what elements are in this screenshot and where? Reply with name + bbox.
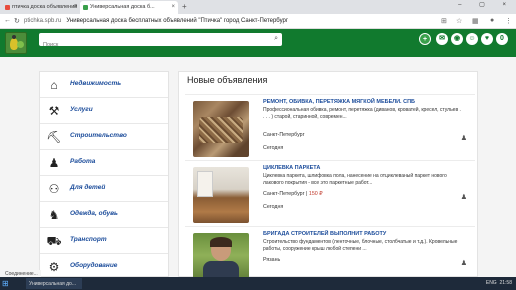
address-bar: ← ↻ ptichka.spb.ru Универсальная доска б…: [0, 14, 516, 29]
url-domain: ptichka.spb.ru: [24, 18, 62, 24]
person-icon[interactable]: ☺: [466, 33, 478, 45]
tab-close-icon[interactable]: ×: [171, 4, 175, 10]
user-icon[interactable]: ♟: [461, 259, 467, 267]
listing-description: Циклевка паркета, шлифовка пола, нанесен…: [263, 173, 447, 186]
sidebar-category-label[interactable]: Услуги: [70, 106, 93, 113]
language-indicator[interactable]: ENG: [486, 280, 497, 286]
stroller-icon: ⚇: [48, 182, 60, 196]
builder-icon: ⛏: [46, 130, 62, 144]
add-listing-button[interactable]: +: [419, 33, 431, 45]
message-icon[interactable]: ✉: [436, 33, 448, 45]
category-sidebar: ⌂ Недвижимость ⚒ Услуги ⛏ Строительство ♟ Работ…: [39, 71, 169, 280]
equipment-icon: ⚙: [48, 260, 60, 274]
page-content: ⌂ Недвижимость ⚒ Услуги ⛏ Строительство ♟ Работ…: [0, 57, 516, 280]
search-icon[interactable]: ⌕: [274, 35, 278, 43]
new-tab-button[interactable]: +: [182, 2, 187, 11]
site-logo[interactable]: [5, 32, 27, 54]
sidebar-category[interactable]: ⚇ Для детей: [40, 176, 168, 202]
heart-icon[interactable]: ♥: [481, 33, 493, 45]
search-box: ⌕: [39, 33, 282, 52]
sidebar-category[interactable]: ⛏ Строительство: [40, 124, 168, 150]
count-badge[interactable]: 0: [496, 33, 508, 45]
listing-thumbnail[interactable]: [193, 167, 249, 223]
section-title: Новые объявления: [187, 75, 268, 85]
clothing-icon: ♞: [48, 208, 60, 222]
office-icon: ♟: [48, 156, 60, 170]
listings-panel: Новые объявления РЕМОНТ, ОБИВКА, ПЕРЕТЯЖ…: [178, 71, 478, 278]
listing-card[interactable]: ЦИКЛЕВКА ПАРКЕТА Циклевка паркета, шлифо…: [185, 160, 475, 226]
window-controls[interactable]: – ▢ ×: [458, 1, 514, 8]
translate-icon[interactable]: ⊞: [441, 17, 447, 25]
listing-card[interactable]: БРИГАДА СТРОИТЕЛЕЙ ВЫПОЛНИТ РАБОТУ Строи…: [185, 226, 475, 278]
os-taskbar: ⊞ Универсальная до... ENG 21:58: [0, 277, 516, 290]
sidebar-category[interactable]: ⛟ Транспорт: [40, 228, 168, 254]
sidebar-category[interactable]: ⌂ Недвижимость: [40, 72, 168, 98]
menu-icon[interactable]: ⋮: [505, 17, 512, 25]
listing-city: Санкт-Петербург: [263, 132, 305, 138]
site-header: ⌕ + ✉ ◉ ☺ ♥ 0: [0, 29, 516, 57]
listing-date: Сегодня: [263, 204, 284, 210]
listing-city: Санкт-Петербург: [263, 191, 305, 197]
listing-date: Сегодня: [263, 145, 284, 151]
sidebar-category[interactable]: ⚒ Услуги: [40, 98, 168, 124]
listing-card[interactable]: РЕМОНТ, ОБИВКА, ПЕРЕТЯЖКА МЯГКОЙ МЕБЕЛИ.…: [185, 94, 475, 160]
listing-title[interactable]: ЦИКЛЕВКА ПАРКЕТА: [263, 165, 320, 171]
tab-active[interactable]: Универсальная доска б... ×: [80, 1, 178, 14]
sidebar-category[interactable]: ♞ Одежда, обувь: [40, 202, 168, 228]
search-input[interactable]: [39, 38, 259, 52]
listing-title[interactable]: БРИГАДА СТРОИТЕЛЕЙ ВЫПОЛНИТ РАБОТУ: [263, 231, 386, 237]
taskbar-window[interactable]: Универсальная до...: [26, 278, 82, 289]
listing-price: 150 ₽: [308, 191, 323, 197]
sidebar-category-label[interactable]: Строительство: [70, 132, 127, 139]
listing-title[interactable]: РЕМОНТ, ОБИВКА, ПЕРЕТЯЖКА МЯГКОЙ МЕБЕЛИ.…: [263, 99, 415, 105]
tab-favicon-icon: [83, 5, 88, 10]
tab-label: Универсальная доска б...: [90, 4, 155, 10]
back-icon[interactable]: ←: [4, 17, 11, 24]
clock: 21:58: [499, 280, 512, 286]
listing-thumbnail[interactable]: [193, 101, 249, 157]
house-icon: ⌂: [50, 78, 58, 92]
user-icon[interactable]: ♟: [461, 134, 467, 142]
page-title: Универсальная доска бесплатных объявлени…: [66, 18, 289, 24]
listing-location: Санкт-Петербург | 150 ₽: [263, 191, 323, 197]
sidebar-category-label[interactable]: Для детей: [70, 184, 105, 191]
listing-city: Рязань: [263, 257, 281, 263]
sidebar-category-label[interactable]: Оборудование: [70, 262, 117, 269]
profile-icon[interactable]: ●: [490, 17, 494, 24]
bookmark-star-icon[interactable]: ☆: [456, 17, 462, 25]
sidebar-category-label[interactable]: Транспорт: [70, 236, 107, 243]
windows-start-icon[interactable]: ⊞: [2, 279, 11, 288]
url-field[interactable]: ptichka.spb.ru Универсальная доска беспл…: [24, 18, 288, 24]
tab-favicon-icon: [5, 5, 10, 10]
browser-tab-bar: птичка доска объявлений × Универсальная …: [0, 0, 516, 14]
car-icon: ⛟: [46, 234, 62, 248]
listing-thumbnail[interactable]: [193, 233, 249, 278]
tab-close-icon[interactable]: ×: [73, 4, 77, 10]
listing-description: Профессиональная обивка, ремонт, перетяж…: [263, 107, 461, 120]
extensions-icon[interactable]: ▦: [472, 17, 479, 25]
worker-icon: ⚒: [48, 104, 60, 118]
camera-icon[interactable]: ◉: [451, 33, 463, 45]
taskbar-window-label: Универсальная до...: [29, 281, 76, 287]
tab-ptichka[interactable]: птичка доска объявлений ×: [2, 1, 80, 14]
listing-description: Строительство фундаментов (ленточные, бл…: [263, 239, 458, 252]
sidebar-category-label[interactable]: Одежда, обувь: [70, 210, 118, 217]
sidebar-category-label[interactable]: Недвижимость: [70, 80, 121, 87]
reload-icon[interactable]: ↻: [14, 17, 20, 25]
tab-label: птичка доска объявлений: [12, 4, 78, 10]
sidebar-category[interactable]: ♟ Работа: [40, 150, 168, 176]
sidebar-category-label[interactable]: Работа: [70, 158, 95, 165]
user-icon[interactable]: ♟: [461, 193, 467, 201]
system-tray: ENG 21:58: [486, 280, 512, 286]
